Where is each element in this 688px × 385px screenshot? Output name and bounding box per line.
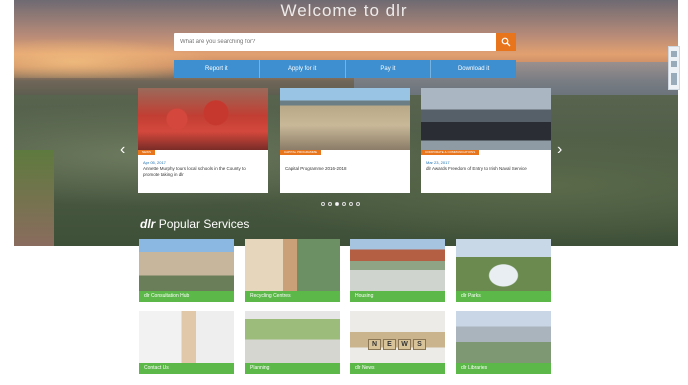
carousel-dot[interactable] <box>321 202 325 206</box>
news-card[interactable]: NEWS Apr 05, 2017 Annette Murphy tours l… <box>138 88 268 193</box>
news-card-text[interactable]: dlr Awards Freedom of Entry to Irish Nav… <box>426 166 546 172</box>
service-tile-label: Housing <box>350 291 445 302</box>
dlr-logo: dlr <box>140 217 156 231</box>
news-card-text[interactable]: Capital Programme 2016-2018 <box>285 166 405 172</box>
service-tile-parks[interactable]: dlr Parks <box>456 239 551 302</box>
news-letter: E <box>383 339 396 350</box>
news-card[interactable]: CORPORATE & COMMUNICATIONS Mar 23, 2017 … <box>421 88 551 193</box>
search-button[interactable] <box>496 33 516 51</box>
news-card-tag: CORPORATE & COMMUNICATIONS <box>421 150 480 155</box>
carousel-dot[interactable] <box>342 202 346 206</box>
quick-link-apply[interactable]: Apply for it <box>259 60 346 78</box>
search-icon <box>501 37 511 47</box>
quick-link-pay[interactable]: Pay it <box>345 60 432 78</box>
service-tile-image <box>139 311 234 363</box>
search-bar <box>174 33 516 51</box>
service-tile-image <box>139 239 234 291</box>
quick-link-download[interactable]: Download it <box>431 60 516 78</box>
news-card-date: Apr 05, 2017 <box>143 160 166 165</box>
search-input[interactable] <box>180 36 490 48</box>
news-blocks: N E W S <box>368 339 426 350</box>
service-tile-image <box>245 239 340 291</box>
news-card-text[interactable]: Annette Murphy tours local schools in th… <box>143 166 263 178</box>
service-tile-image <box>350 239 445 291</box>
news-card-tag: CAPITAL PROGRAMME <box>280 150 322 155</box>
carousel-next-icon[interactable]: › <box>557 142 562 158</box>
news-card-image <box>138 88 268 150</box>
carousel-prev-icon[interactable]: ‹ <box>120 142 125 158</box>
news-card-date: Mar 23, 2017 <box>426 160 450 165</box>
service-tile-planning[interactable]: Planning <box>245 311 340 374</box>
carousel-dot[interactable] <box>356 202 360 206</box>
news-letter: N <box>368 339 381 350</box>
news-card-image <box>280 88 410 150</box>
service-tile-image: N E W S <box>350 311 445 363</box>
service-tile-label: Recycling Centres <box>245 291 340 302</box>
quick-link-report[interactable]: Report it <box>174 60 260 78</box>
news-card-image <box>421 88 551 150</box>
service-tile-contact[interactable]: Contact Us <box>139 311 234 374</box>
carousel-dot-active[interactable] <box>335 202 339 206</box>
service-tile-label: Planning <box>245 363 340 374</box>
side-tab[interactable] <box>668 46 680 90</box>
popular-services-title: Popular Services <box>158 217 250 231</box>
quick-links: Report it Apply for it Pay it Download i… <box>174 60 516 78</box>
service-tile-housing[interactable]: Housing <box>350 239 445 302</box>
news-letter: W <box>398 339 411 350</box>
service-tile-libraries[interactable]: dlr Libraries <box>456 311 551 374</box>
service-tile-consultation-hub[interactable]: dlr Consultation Hub <box>139 239 234 302</box>
popular-services-heading: dlr Popular Services <box>140 217 249 231</box>
service-tile-label: Contact Us <box>139 363 234 374</box>
carousel-dot[interactable] <box>328 202 332 206</box>
service-tile-image <box>456 239 551 291</box>
service-tile-recycling[interactable]: Recycling Centres <box>245 239 340 302</box>
service-tile-label: dlr Libraries <box>456 363 551 374</box>
carousel-dots <box>321 202 360 206</box>
service-tile-image <box>245 311 340 363</box>
carousel-dot[interactable] <box>349 202 353 206</box>
homepage: Welcome to dlr Report it Apply for it Pa… <box>0 0 688 385</box>
service-tile-label: dlr Consultation Hub <box>139 291 234 302</box>
news-card-tag: NEWS <box>138 150 155 155</box>
service-tile-label: dlr Parks <box>456 291 551 302</box>
service-tile-label: dlr News <box>350 363 445 374</box>
service-tile-news[interactable]: N E W S dlr News <box>350 311 445 374</box>
page-title: Welcome to dlr <box>280 1 408 20</box>
service-tile-image <box>456 311 551 363</box>
news-card[interactable]: CAPITAL PROGRAMME Capital Programme 2016… <box>280 88 410 193</box>
news-letter: S <box>413 339 426 350</box>
